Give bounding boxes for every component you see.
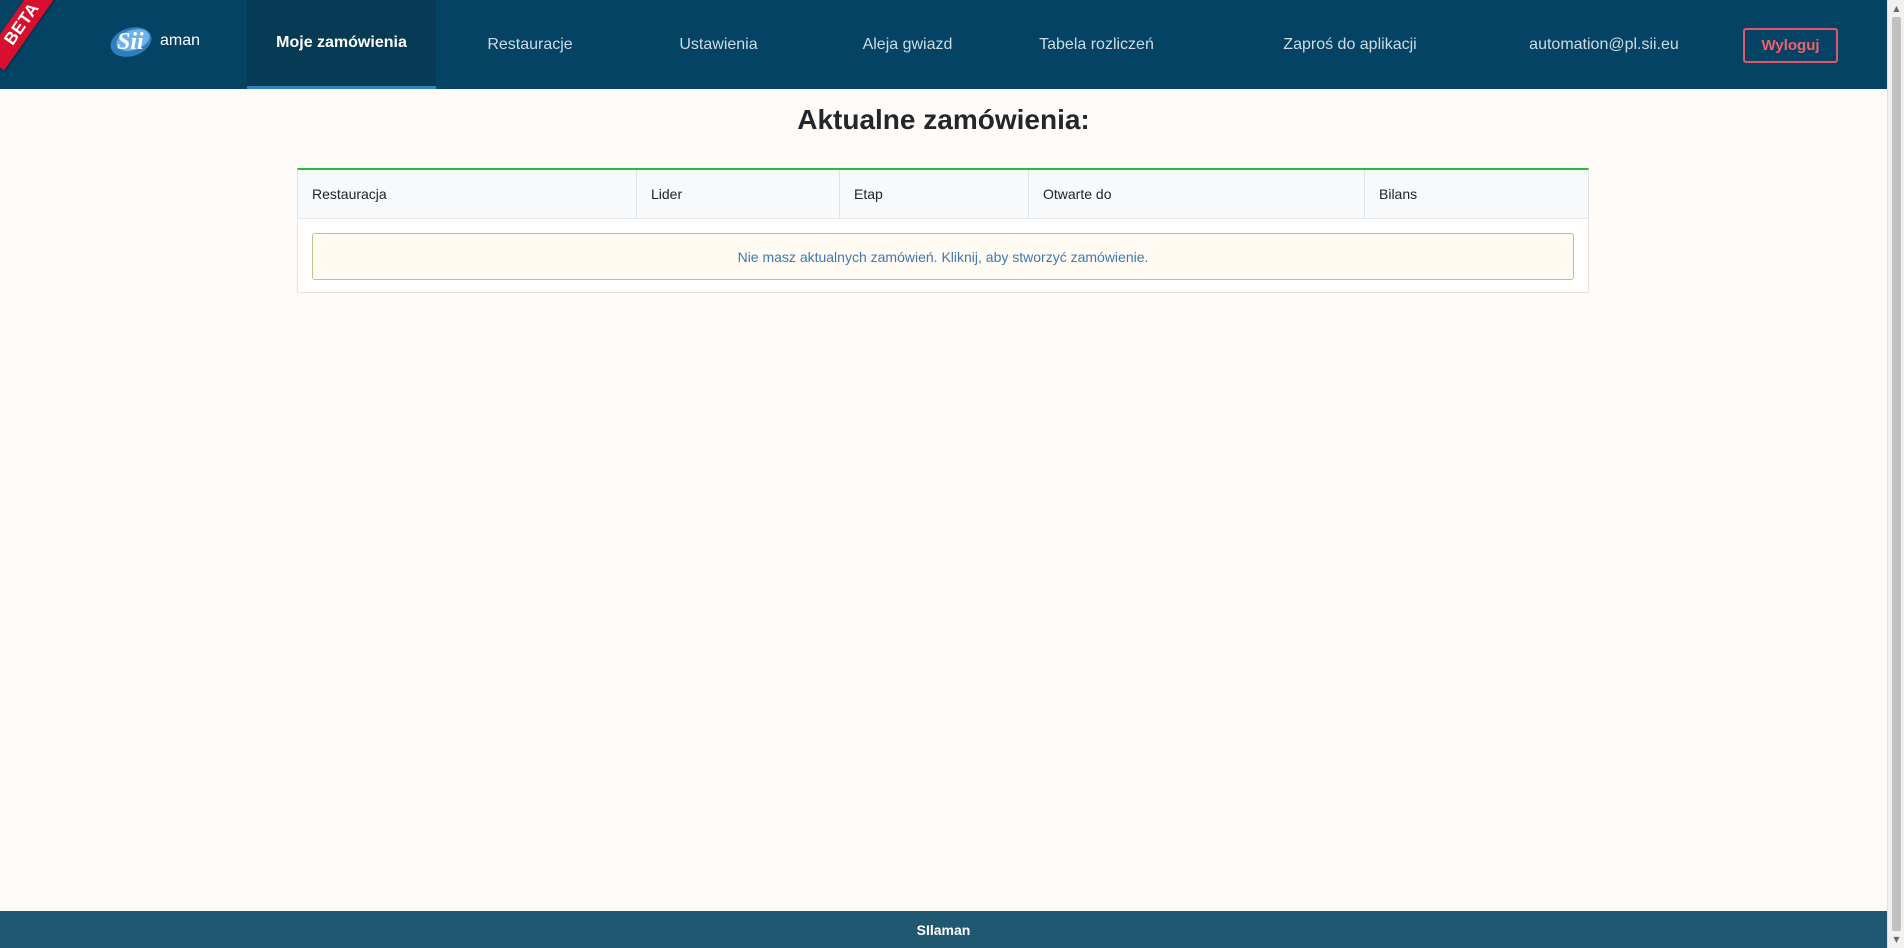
logout-button[interactable]: Wyloguj: [1743, 28, 1838, 63]
column-header-etap[interactable]: Etap: [840, 170, 1029, 218]
footer-text: SIlaman: [916, 921, 971, 938]
nav-item-label: Ustawienia: [679, 35, 758, 53]
content-area: BETA Sii aman Moje zamówienia Restauracj…: [0, 0, 1887, 948]
column-header-restauracja[interactable]: Restauracja: [298, 170, 637, 218]
page-title: Aktualne zamówienia:: [797, 104, 1090, 135]
nav-item-tabela-rozliczen[interactable]: Tabela rozliczeń: [1002, 0, 1191, 89]
column-header-otwarte-do[interactable]: Otwarte do: [1029, 170, 1365, 218]
logo-text: aman: [160, 32, 201, 49]
nav-item-label: Moje zamówienia: [276, 34, 407, 51]
table-header-row: Restauracja Lider Etap Otwarte do Bilans: [298, 170, 1588, 219]
nav-item-aleja-gwiazd[interactable]: Aleja gwiazd: [813, 0, 1002, 89]
nav-item-label: Tabela rozliczeń: [1039, 35, 1154, 53]
scrollbar-thumb[interactable]: [1892, 17, 1901, 931]
create-order-empty-message[interactable]: Nie masz aktualnych zamówień. Kliknij, a…: [312, 233, 1574, 280]
navbar: BETA Sii aman Moje zamówienia Restauracj…: [0, 0, 1887, 89]
sii-logo-icon: Sii: [108, 21, 158, 59]
vertical-scrollbar[interactable]: ▲ ▼: [1887, 0, 1904, 948]
column-header-bilans[interactable]: Bilans: [1365, 170, 1588, 218]
user-email-label: automation@pl.sii.eu: [1529, 35, 1679, 53]
nav-item-zapros-do-aplikacji[interactable]: Zaproś do aplikacji: [1250, 0, 1450, 89]
beta-ribbon: BETA: [0, 0, 60, 71]
user-email[interactable]: automation@pl.sii.eu: [1505, 0, 1703, 89]
column-header-lider[interactable]: Lider: [637, 170, 840, 218]
footer: SIlaman: [0, 911, 1887, 948]
page: BETA Sii aman Moje zamówienia Restauracj…: [0, 0, 1904, 948]
nav-item-moje-zamowienia[interactable]: Moje zamówienia: [247, 0, 436, 89]
triangle-up-icon[interactable]: ▲: [1888, 0, 1904, 17]
app-logo[interactable]: Sii aman: [108, 20, 200, 60]
nav-item-label: Aleja gwiazd: [862, 35, 953, 53]
svg-text:Sii: Sii: [117, 29, 144, 55]
nav-item-label: Zaproś do aplikacji: [1283, 35, 1417, 53]
nav-item-restauracje[interactable]: Restauracje: [436, 0, 624, 89]
nav-item-label: Restauracje: [487, 35, 573, 53]
nav-item-ustawienia[interactable]: Ustawienia: [624, 0, 813, 89]
orders-table: Restauracja Lider Etap Otwarte do Bilans…: [297, 168, 1589, 293]
triangle-down-icon[interactable]: ▼: [1888, 931, 1904, 948]
